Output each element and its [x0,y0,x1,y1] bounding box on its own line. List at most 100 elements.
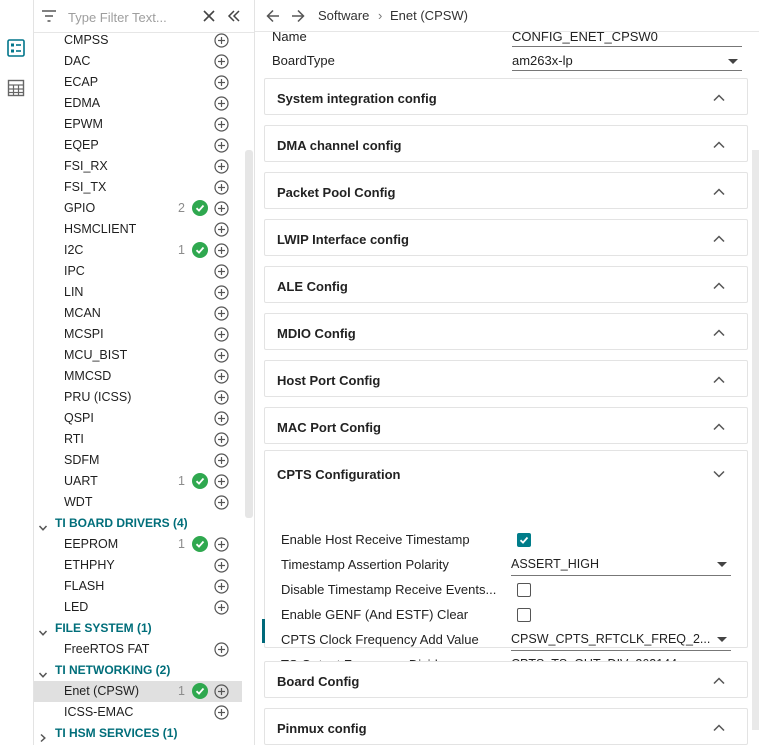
tree-item[interactable]: UART 1 [34,471,242,492]
boardtype-select[interactable]: am263x-lp [512,53,742,71]
tree-item[interactable]: MCSPI [34,324,242,345]
add-instance-icon[interactable] [214,684,229,699]
name-input[interactable]: CONFIG_ENET_CPSW0 [512,32,742,47]
clear-filter-icon[interactable] [202,9,216,26]
tree-item[interactable]: HSMCLIENT [34,219,242,240]
tree-item[interactable]: SDFM [34,450,242,471]
chevron-up-icon[interactable] [713,278,725,293]
add-instance-icon[interactable] [214,201,229,216]
tree-item[interactable]: GPIO 2 [34,198,242,219]
chevron-up-icon[interactable] [713,90,725,105]
config-panel[interactable]: Board Config [264,661,748,698]
add-instance-icon[interactable] [214,159,229,174]
tree-item[interactable]: PRU (ICSS) [34,387,242,408]
add-instance-icon[interactable] [214,285,229,300]
table-view-icon[interactable] [5,77,27,99]
tree-group[interactable]: TI BOARD DRIVERS (4) [34,513,242,534]
tree-item[interactable]: ICSS-EMAC [34,702,242,723]
tree-item[interactable]: LIN [34,282,242,303]
add-instance-icon[interactable] [214,75,229,90]
add-instance-icon[interactable] [214,642,229,657]
main-scrollbar[interactable] [752,150,759,730]
checkbox[interactable] [517,583,531,597]
add-instance-icon[interactable] [214,558,229,573]
tree-item[interactable]: EPWM [34,114,242,135]
tree-item[interactable]: EDMA [34,93,242,114]
cpts-panel-title[interactable]: CPTS Configuration [277,467,401,482]
tree-item[interactable]: I2C 1 [34,240,242,261]
tree-item[interactable]: QSPI [34,408,242,429]
sidebar-scrollbar[interactable] [245,150,253,518]
collapse-sidebar-icon[interactable] [227,9,241,26]
add-instance-icon[interactable] [214,390,229,405]
tree-item[interactable]: LED [34,597,242,618]
cpts-select[interactable]: ASSERT_HIGH [511,556,731,576]
tree-item[interactable]: CMPSS [34,30,242,51]
add-instance-icon[interactable] [214,243,229,258]
tree-item[interactable]: Enet (CPSW) 1 [34,681,242,702]
add-instance-icon[interactable] [214,411,229,426]
tree-item[interactable]: FSI_TX [34,177,242,198]
add-instance-icon[interactable] [214,348,229,363]
add-instance-icon[interactable] [214,327,229,342]
add-instance-icon[interactable] [214,180,229,195]
tree-item[interactable]: MCU_BIST [34,345,242,366]
add-instance-icon[interactable] [214,705,229,720]
add-instance-icon[interactable] [214,369,229,384]
tree-item[interactable]: RTI [34,429,242,450]
tree-item[interactable]: IPC [34,261,242,282]
chevron-up-icon[interactable] [713,325,725,340]
add-instance-icon[interactable] [214,600,229,615]
tree-item[interactable]: FLASH [34,576,242,597]
tree-item[interactable]: FSI_RX [34,156,242,177]
add-instance-icon[interactable] [214,33,229,48]
config-panel[interactable]: Packet Pool Config [264,172,748,209]
tree-item[interactable]: WDT [34,492,242,513]
config-panel[interactable]: Host Port Config [264,360,748,397]
tree-group[interactable]: TI HSM SERVICES (1) [34,723,242,744]
chevron-up-icon[interactable] [713,137,725,152]
tree-item[interactable]: EEPROM 1 [34,534,242,555]
checkbox-checked[interactable] [517,533,531,547]
checkbox[interactable] [517,608,531,622]
add-instance-icon[interactable] [214,306,229,321]
add-instance-icon[interactable] [214,138,229,153]
breadcrumb-software[interactable]: Software [318,8,369,23]
back-arrow-icon[interactable] [266,9,280,26]
add-instance-icon[interactable] [214,474,229,489]
add-instance-icon[interactable] [214,495,229,510]
add-instance-icon[interactable] [214,222,229,237]
chevron-up-icon[interactable] [713,673,725,688]
chevron-up-icon[interactable] [713,720,725,735]
tree-item[interactable]: MCAN [34,303,242,324]
tree-group[interactable]: TI NETWORKING (2) [34,660,242,681]
config-panel[interactable]: LWIP Interface config [264,219,748,256]
chevron-right-icon[interactable] [38,728,48,745]
cpts-select[interactable]: CPSW_CPTS_RFTCLK_FREQ_2... [511,631,731,651]
chevron-up-icon[interactable] [713,419,725,434]
tree-item[interactable]: ETHPHY [34,555,242,576]
configurator-view-icon[interactable] [5,37,27,59]
add-instance-icon[interactable] [214,117,229,132]
tree-item[interactable]: ECAP [34,72,242,93]
add-instance-icon[interactable] [214,96,229,111]
chevron-up-icon[interactable] [713,372,725,387]
tree-item[interactable]: FreeRTOS FAT [34,639,242,660]
forward-arrow-icon[interactable] [291,9,305,26]
tree-item[interactable]: DAC [34,51,242,72]
add-instance-icon[interactable] [214,432,229,447]
config-panel[interactable]: ALE Config [264,266,748,303]
filter-input[interactable] [68,6,198,28]
add-instance-icon[interactable] [214,54,229,69]
chevron-down-icon[interactable] [713,466,725,481]
add-instance-icon[interactable] [214,579,229,594]
add-instance-icon[interactable] [214,537,229,552]
chevron-up-icon[interactable] [713,184,725,199]
tree-item[interactable]: MMCSD [34,366,242,387]
tree-group[interactable]: FILE SYSTEM (1) [34,618,242,639]
config-panel[interactable]: Pinmux config [264,708,748,745]
config-panel[interactable]: MDIO Config [264,313,748,350]
config-panel[interactable]: MAC Port Config [264,407,748,444]
chevron-up-icon[interactable] [713,231,725,246]
add-instance-icon[interactable] [214,453,229,468]
